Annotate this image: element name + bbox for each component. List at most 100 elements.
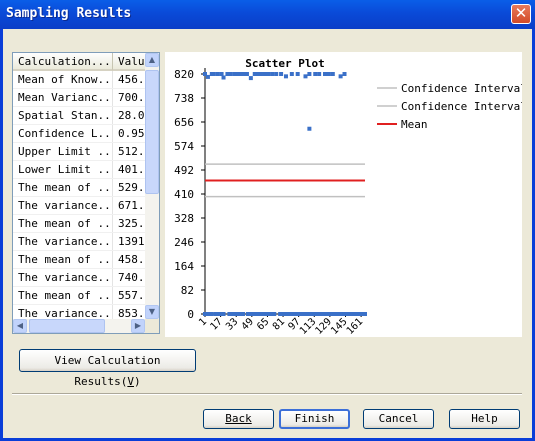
table-row[interactable]: Mean of Know... 456.: [13, 71, 147, 89]
results-grid[interactable]: Calculation... Valu Mean of Know... 456. M…: [12, 52, 160, 334]
data-point: [266, 72, 271, 76]
calculation-name-cell[interactable]: The variance...: [13, 233, 113, 250]
view-results-accelerator: (V): [120, 375, 141, 388]
data-point: [326, 72, 331, 76]
table-row[interactable]: The mean of ... 529.: [13, 179, 147, 197]
calculation-name-cell[interactable]: Spatial Stan...: [13, 107, 113, 124]
data-point: [289, 72, 294, 76]
window-title: Sampling Results: [6, 6, 132, 21]
data-point: [241, 312, 246, 316]
x-tick-label: 81: [271, 316, 287, 332]
x-tick-label: 33: [224, 316, 240, 332]
scroll-right-button[interactable]: ▶: [131, 319, 145, 333]
y-tick-label: 0: [187, 308, 194, 321]
value-cell[interactable]: 740.: [113, 269, 147, 286]
data-point: [272, 312, 277, 316]
legend-entry: Mean: [401, 118, 428, 131]
table-row[interactable]: The variance... 740.: [13, 269, 147, 287]
data-point: [307, 126, 312, 131]
x-tick-label: 49: [240, 316, 256, 332]
data-point: [211, 72, 216, 76]
value-cell[interactable]: 325.: [113, 215, 147, 232]
value-cell[interactable]: 512.: [113, 143, 147, 160]
y-tick-label: 574: [174, 140, 194, 153]
data-point: [260, 312, 265, 316]
data-point: [279, 72, 284, 76]
back-button[interactable]: Back: [203, 409, 274, 429]
value-cell[interactable]: 458.: [113, 251, 147, 268]
calculation-name-cell[interactable]: Mean of Know...: [13, 71, 113, 88]
data-point: [342, 72, 347, 76]
data-point: [221, 75, 226, 80]
table-row[interactable]: Spatial Stan... 28.0: [13, 107, 147, 125]
vertical-scroll-thumb[interactable]: [145, 70, 159, 194]
table-row[interactable]: Confidence L... 0.95: [13, 125, 147, 143]
y-tick-label: 656: [174, 116, 194, 129]
data-point: [221, 312, 226, 316]
vertical-scrollbar[interactable]: ▲ ▼: [145, 53, 159, 319]
scatter-chart-panel: Scatter Plot 820 738 656 574 492 410 328 246 164 8…: [165, 52, 522, 337]
value-cell[interactable]: 529.: [113, 179, 147, 196]
calculation-name-cell[interactable]: The mean of ...: [13, 215, 113, 232]
help-button[interactable]: Help: [449, 409, 520, 429]
calculation-name-cell[interactable]: The mean of ...: [13, 179, 113, 196]
data-point: [219, 72, 224, 76]
data-point: [323, 72, 327, 76]
horizontal-scrollbar[interactable]: ◀ ▶: [13, 319, 159, 333]
calculation-name-cell[interactable]: The mean of ...: [13, 251, 113, 268]
data-point: [313, 72, 318, 76]
value-cell[interactable]: 671.: [113, 197, 147, 214]
x-tick-label: 65: [255, 316, 271, 332]
table-row[interactable]: Upper Limit ... 512.: [13, 143, 147, 161]
title-bar[interactable]: Sampling Results ✕: [0, 0, 535, 29]
scrollbar-corner: [145, 319, 159, 333]
value-cell[interactable]: 1391: [113, 233, 147, 250]
value-cell[interactable]: 401.: [113, 161, 147, 178]
table-row[interactable]: Mean Varianc... 700.: [13, 89, 147, 107]
value-cell[interactable]: 28.0: [113, 107, 147, 124]
column-header-calculation[interactable]: Calculation...: [13, 53, 113, 71]
x-tick-label: 1: [197, 316, 209, 328]
back-label: Back: [225, 412, 252, 425]
column-header-value[interactable]: Valu: [113, 53, 147, 71]
horizontal-scroll-thumb[interactable]: [29, 319, 105, 333]
calculation-name-cell[interactable]: The variance...: [13, 269, 113, 286]
y-tick-label: 328: [174, 212, 194, 225]
grid-rows: Mean of Know... 456. Mean Varianc... 700. Sp…: [13, 71, 147, 333]
data-point: [262, 72, 267, 76]
data-point: [274, 72, 279, 76]
value-cell[interactable]: 0.95: [113, 125, 147, 142]
value-cell[interactable]: 557.: [113, 287, 147, 304]
data-point: [241, 72, 246, 76]
data-point: [338, 74, 343, 79]
data-point: [270, 72, 275, 76]
scroll-up-button[interactable]: ▲: [145, 53, 159, 67]
calculation-name-cell[interactable]: Mean Varianc...: [13, 89, 113, 106]
calculation-name-cell[interactable]: Upper Limit ...: [13, 143, 113, 160]
finish-label: Finish: [294, 412, 335, 425]
table-row[interactable]: The variance... 1391: [13, 233, 147, 251]
value-cell[interactable]: 700.: [113, 89, 147, 106]
table-row[interactable]: The variance... 671.: [13, 197, 147, 215]
view-calculation-results-button[interactable]: View Calculation Results(V): [19, 349, 196, 388]
table-row[interactable]: Lower Limit ... 401.: [13, 161, 147, 179]
table-row[interactable]: The mean of ... 557.: [13, 287, 147, 305]
help-label: Help: [471, 412, 498, 425]
table-row[interactable]: The mean of ... 458.: [13, 251, 147, 269]
calculation-name-cell[interactable]: Lower Limit ...: [13, 161, 113, 178]
y-tick-label: 164: [174, 260, 194, 273]
scroll-left-button[interactable]: ◀: [13, 319, 27, 333]
scroll-down-button[interactable]: ▼: [145, 305, 159, 319]
cancel-button[interactable]: Cancel: [363, 409, 434, 429]
data-point: [307, 72, 312, 76]
value-cell[interactable]: 456.: [113, 71, 147, 88]
table-row[interactable]: The mean of ... 325.: [13, 215, 147, 233]
calculation-name-cell[interactable]: Confidence L...: [13, 125, 113, 142]
data-point: [248, 76, 253, 81]
finish-button[interactable]: Finish: [279, 409, 350, 429]
calculation-name-cell[interactable]: The variance...: [13, 197, 113, 214]
chart-title: Scatter Plot: [245, 57, 324, 70]
data-point: [258, 72, 263, 76]
calculation-name-cell[interactable]: The mean of ...: [13, 287, 113, 304]
close-button[interactable]: ✕: [511, 4, 531, 24]
